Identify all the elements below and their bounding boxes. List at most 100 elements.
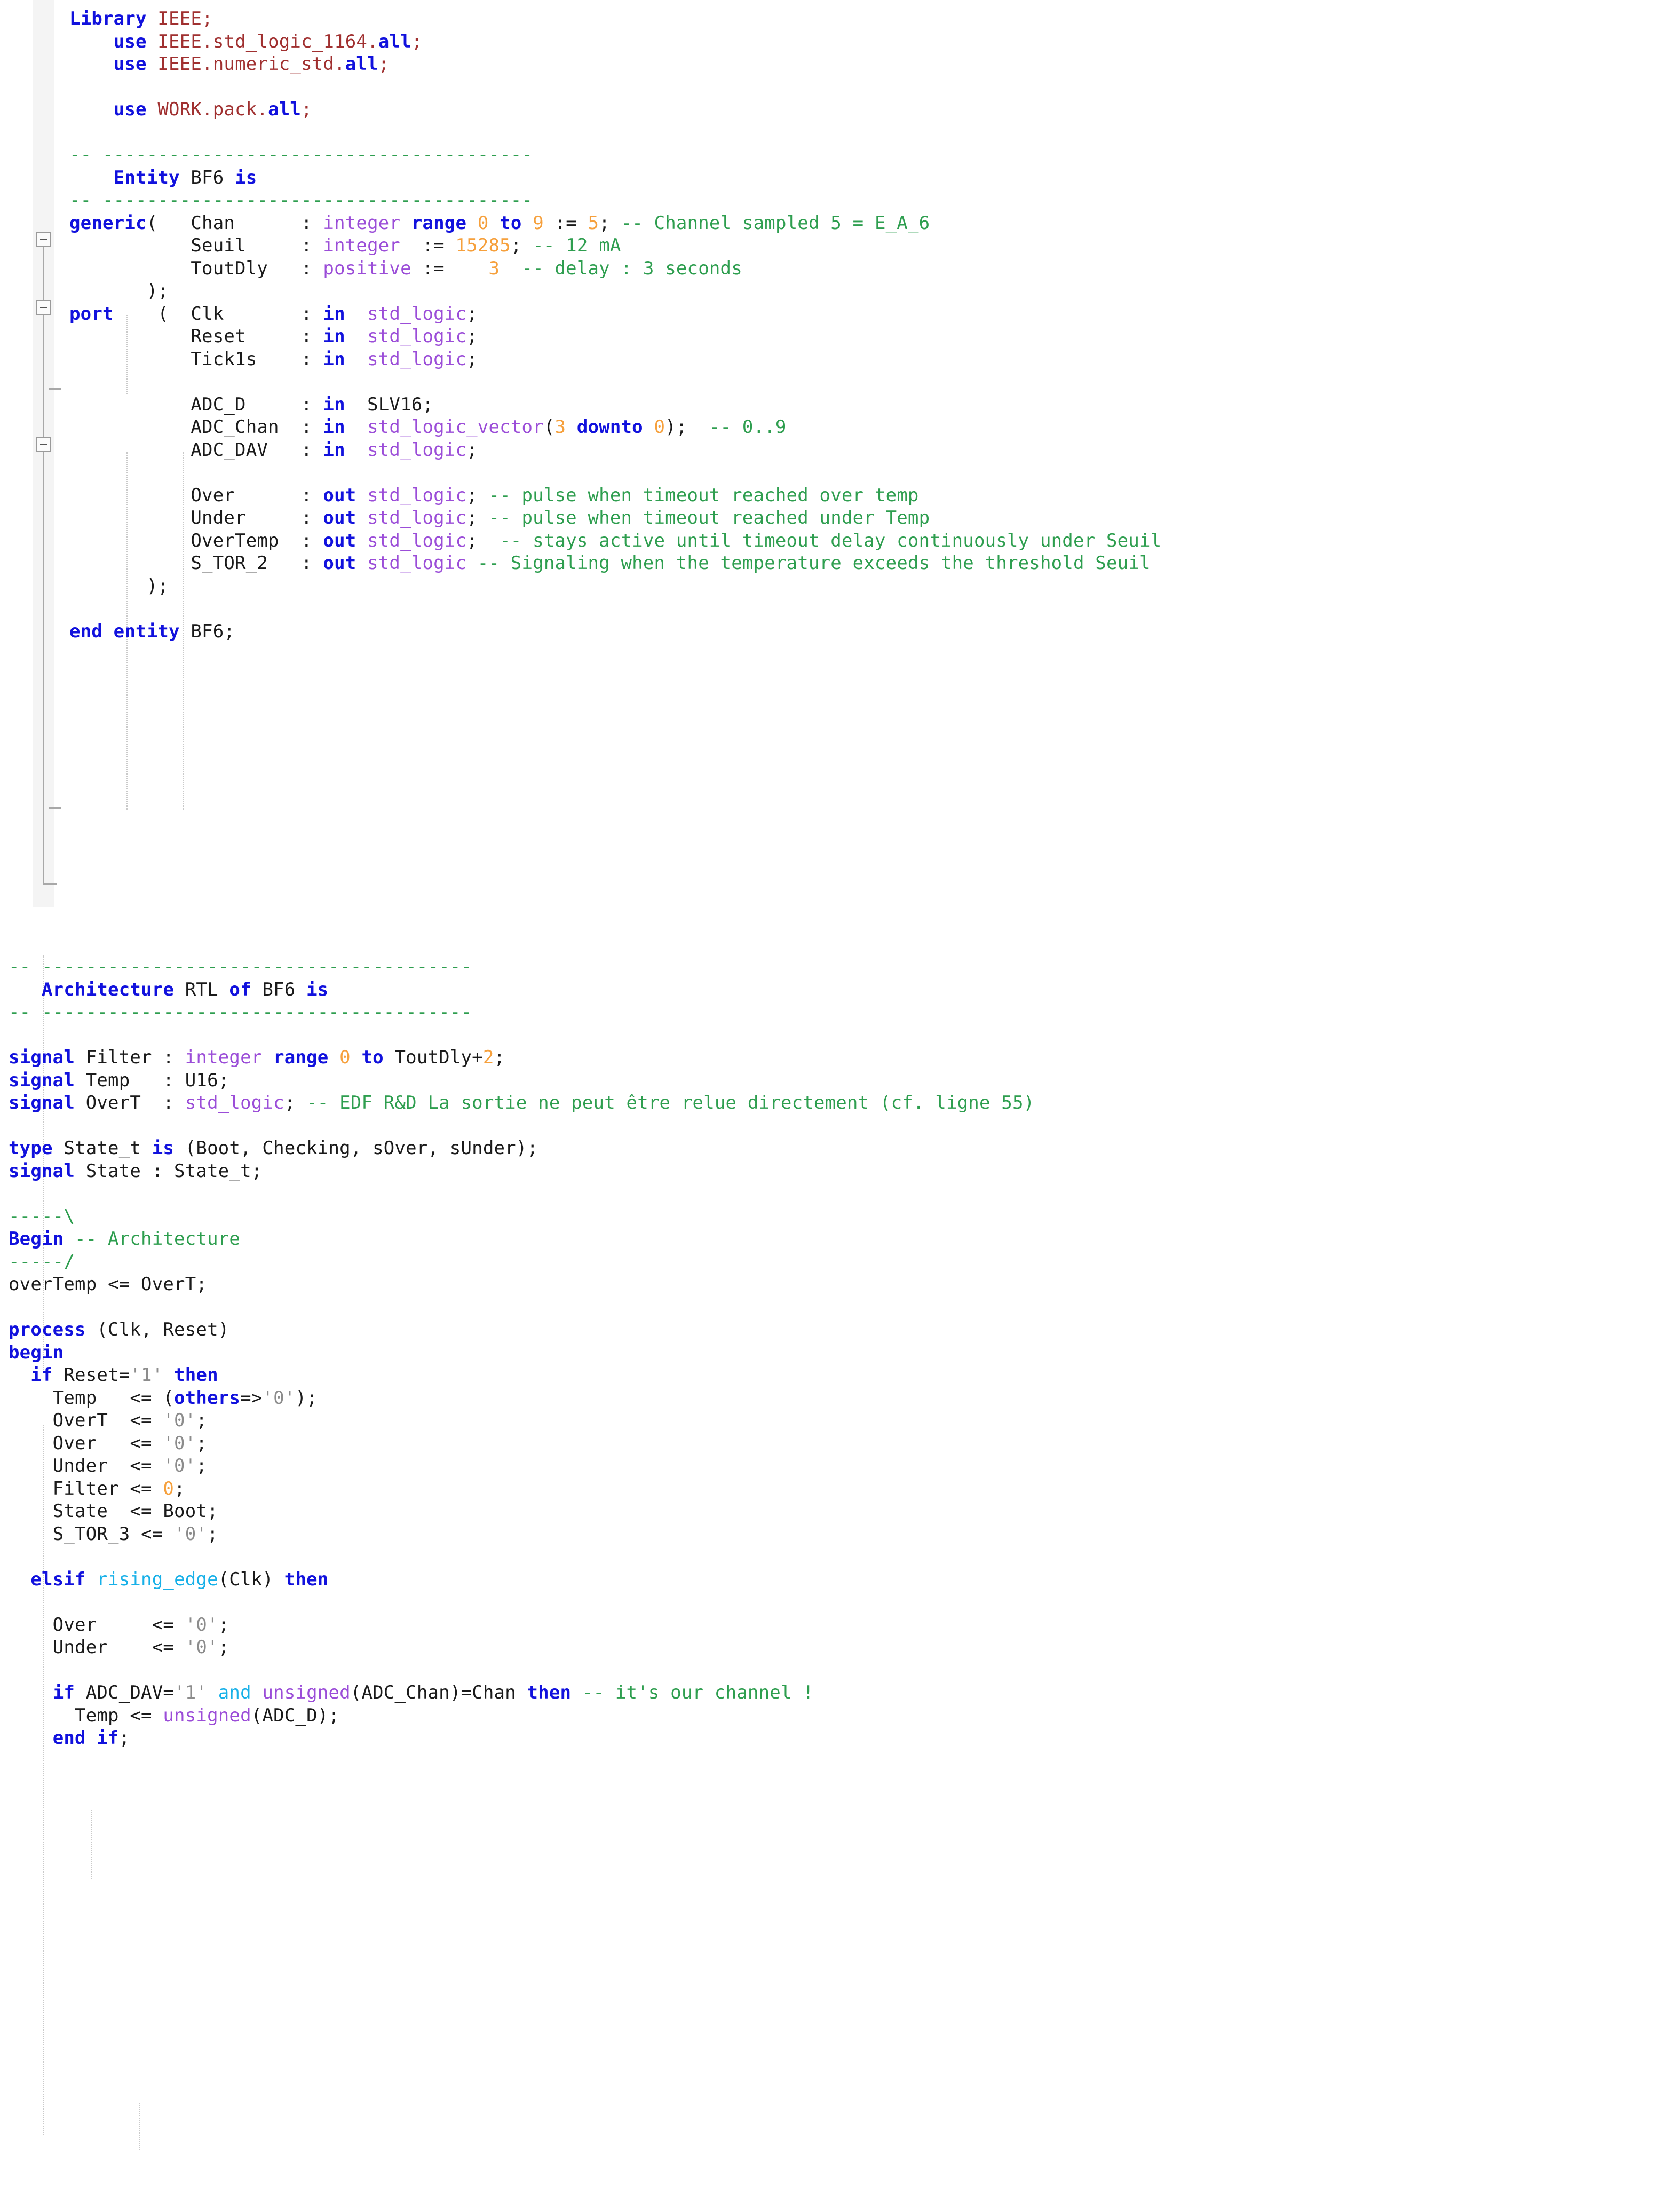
code-token: in xyxy=(323,393,345,415)
code-line[interactable]: S_TOR_2 : out std_logic -- Signaling whe… xyxy=(69,552,1680,575)
code-line[interactable] xyxy=(9,1591,1680,1614)
code-line[interactable]: ToutDly : positive := 3 -- delay : 3 sec… xyxy=(69,257,1680,280)
code-token: <= xyxy=(130,1410,152,1431)
code-line[interactable] xyxy=(9,1545,1680,1568)
code-line[interactable]: begin xyxy=(9,1341,1680,1364)
code-token: 0 xyxy=(163,1478,175,1499)
code-line[interactable]: signal Temp : U16; xyxy=(9,1069,1680,1092)
code-line[interactable] xyxy=(9,1024,1680,1047)
code-token: out xyxy=(323,552,356,574)
code-line[interactable]: elsif rising_edge(Clk) then xyxy=(9,1568,1680,1591)
code-line[interactable] xyxy=(69,76,1680,99)
code-line[interactable]: Temp <= (others=>'0'); xyxy=(9,1387,1680,1410)
code-token: ; xyxy=(599,212,621,234)
code-line[interactable] xyxy=(9,1115,1680,1137)
code-token: ADC_D : xyxy=(69,393,323,415)
code-token: State : State_t; xyxy=(75,1160,263,1182)
code-line[interactable]: Over <= '0'; xyxy=(9,1432,1680,1455)
code-line[interactable]: Begin -- Architecture xyxy=(9,1228,1680,1251)
code-line[interactable]: generic( Chan : integer range 0 to 9 := … xyxy=(69,212,1680,235)
code-line[interactable]: if ADC_DAV='1' and unsigned(ADC_Chan)=Ch… xyxy=(9,1681,1680,1704)
code-token: range xyxy=(411,212,467,234)
code-line[interactable] xyxy=(69,121,1680,144)
code-line[interactable]: Entity BF6 is xyxy=(69,167,1680,189)
code-token: State xyxy=(9,1500,130,1522)
code-line[interactable]: -- -------------------------------------… xyxy=(69,144,1680,167)
code-line[interactable] xyxy=(69,461,1680,484)
code-line[interactable]: end if; xyxy=(9,1727,1680,1750)
code-line[interactable]: ); xyxy=(69,575,1680,598)
code-line[interactable]: Reset : in std_logic; xyxy=(69,325,1680,348)
code-line[interactable]: Under : out std_logic; -- pulse when tim… xyxy=(69,507,1680,530)
code-line[interactable]: Over : out std_logic; -- pulse when time… xyxy=(69,484,1680,507)
code-line[interactable]: port ( Clk : in std_logic; xyxy=(69,303,1680,326)
code-line[interactable]: signal OverT : std_logic; -- EDF R&D La … xyxy=(9,1092,1680,1115)
code-line[interactable]: use IEEE.numeric_std.all; xyxy=(69,53,1680,76)
code-line[interactable]: overTemp <= OverT; xyxy=(9,1273,1680,1296)
code-line[interactable]: Library IEEE; xyxy=(69,7,1680,30)
code-token: <= xyxy=(152,1637,175,1658)
code-token: OverTemp : xyxy=(69,530,323,551)
code-line[interactable]: use WORK.pack.all; xyxy=(69,98,1680,121)
code-line[interactable]: ADC_D : in SLV16; xyxy=(69,393,1680,416)
code-line[interactable]: OverTemp : out std_logic; -- stays activ… xyxy=(69,530,1680,552)
code-token: ; xyxy=(218,1614,229,1636)
code-token: integer xyxy=(185,1047,263,1068)
code-line[interactable]: Over <= '0'; xyxy=(9,1614,1680,1637)
code-line[interactable]: Filter <= 0; xyxy=(9,1478,1680,1500)
code-line[interactable]: ADC_Chan : in std_logic_vector(3 downto … xyxy=(69,416,1680,439)
code-line[interactable]: -- -------------------------------------… xyxy=(9,955,1680,978)
code-line[interactable]: -----/ xyxy=(9,1251,1680,1274)
code-line[interactable]: -- -------------------------------------… xyxy=(9,1001,1680,1024)
code-token: -- -------------------------------------… xyxy=(9,956,472,977)
code-line[interactable]: type State_t is (Boot, Checking, sOver, … xyxy=(9,1137,1680,1160)
code-token: ; xyxy=(196,1410,208,1431)
code-line[interactable] xyxy=(9,1182,1680,1205)
code-token: := xyxy=(422,235,445,256)
code-line[interactable]: signal State : State_t; xyxy=(9,1160,1680,1183)
code-token: '1' xyxy=(174,1682,208,1703)
code-token: Tick1s : xyxy=(69,348,323,370)
code-line[interactable]: Temp <= unsigned(ADC_D); xyxy=(9,1704,1680,1727)
code-token: Temp xyxy=(9,1387,130,1409)
code-line[interactable]: S_TOR_3 <= '0'; xyxy=(9,1523,1680,1546)
code-line[interactable]: ADC_DAV : in std_logic; xyxy=(69,439,1680,462)
code-line[interactable] xyxy=(9,1659,1680,1682)
code-token: integer xyxy=(323,235,401,256)
code-token: ( Chan : xyxy=(146,212,323,234)
code-line[interactable]: Tick1s : in std_logic; xyxy=(69,348,1680,371)
code-line[interactable] xyxy=(9,1296,1680,1319)
code-line[interactable]: -- -------------------------------------… xyxy=(69,189,1680,212)
code-line[interactable]: Under <= '0'; xyxy=(9,1455,1680,1478)
code-line[interactable]: -----\ xyxy=(9,1205,1680,1228)
code-line[interactable] xyxy=(69,370,1680,393)
code-token: then xyxy=(174,1364,218,1386)
code-line[interactable]: State <= Boot; xyxy=(9,1500,1680,1523)
code-line[interactable]: end entity BF6; xyxy=(69,620,1680,643)
code-token: std_logic xyxy=(367,507,467,528)
code-line[interactable]: ); xyxy=(69,280,1680,303)
code-line[interactable]: if Reset='1' then xyxy=(9,1364,1680,1387)
code-line[interactable]: Under <= '0'; xyxy=(9,1636,1680,1659)
code-line[interactable]: Seuil : integer := 15285; -- 12 mA xyxy=(69,234,1680,257)
code-line[interactable]: process (Clk, Reset) xyxy=(9,1318,1680,1341)
code-token: -- pulse when timeout reached under Temp xyxy=(488,507,930,528)
code-line[interactable]: OverT <= '0'; xyxy=(9,1409,1680,1432)
code-line[interactable] xyxy=(69,597,1680,620)
code-line[interactable]: Architecture RTL of BF6 is xyxy=(9,978,1680,1001)
code-line[interactable]: signal Filter : integer range 0 to ToutD… xyxy=(9,1046,1680,1069)
code-token: BF6 xyxy=(251,978,307,1000)
code-line[interactable]: use IEEE.std_logic_1164.all; xyxy=(69,30,1680,53)
fold-foot-entity xyxy=(43,883,57,885)
code-token: (Boot, Checking, sOver, sUnder); xyxy=(174,1137,538,1159)
